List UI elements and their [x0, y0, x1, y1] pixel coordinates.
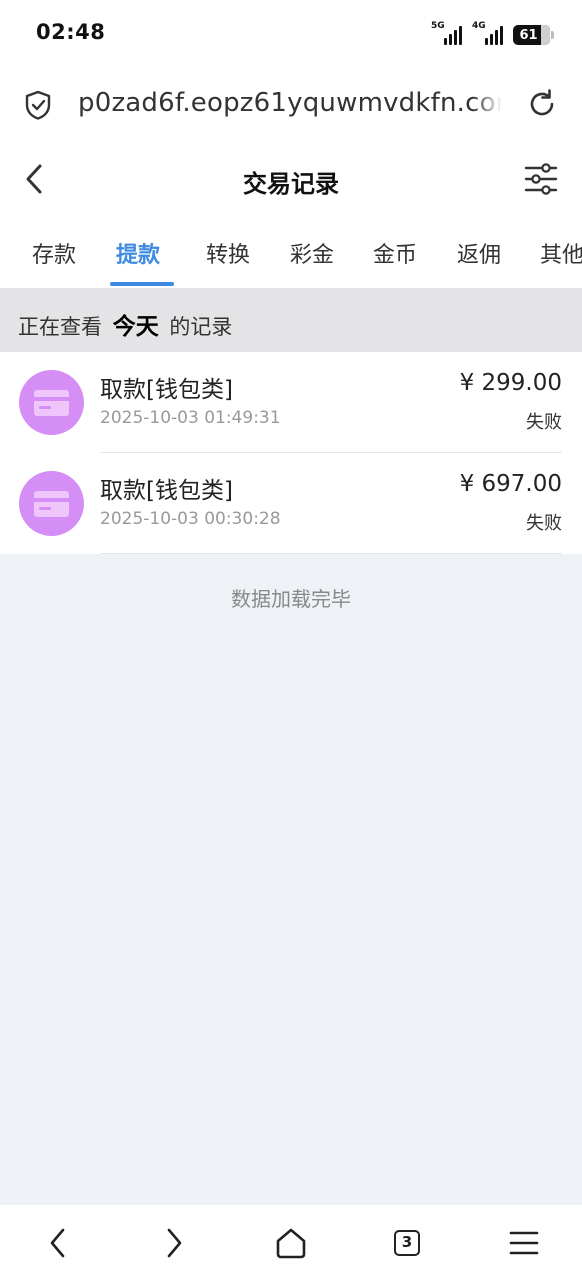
- tab-rebate[interactable]: 返佣: [457, 237, 501, 269]
- load-complete-text: 数据加载完毕: [231, 587, 351, 611]
- menu-icon[interactable]: [506, 1225, 542, 1261]
- tab-withdraw[interactable]: 提款: [116, 237, 160, 269]
- tab-coins[interactable]: 金币: [373, 237, 417, 269]
- wallet-card-icon: [19, 370, 84, 435]
- record-list: 取款[钱包类] 2025-10-03 01:49:31 ¥ 299.00 失败 …: [0, 352, 582, 554]
- category-tabs: 存款 提款 转换 彩金 金币 返佣 其他: [0, 216, 582, 288]
- battery-level: 61: [519, 27, 538, 43]
- record-amount: ¥ 299.00: [459, 370, 562, 396]
- filter-sliders-icon[interactable]: [524, 162, 558, 196]
- browser-back-icon[interactable]: [40, 1225, 76, 1261]
- home-icon[interactable]: [273, 1225, 309, 1261]
- record-time: 2025-10-03 01:49:31: [100, 408, 281, 428]
- status-bar: 02:48 5G 4G 61: [0, 0, 582, 66]
- page-title: 交易记录: [243, 170, 339, 198]
- wallet-card-icon: [19, 471, 84, 536]
- tabs-switcher-button[interactable]: 3: [389, 1225, 425, 1261]
- shield-check-icon[interactable]: [24, 90, 52, 120]
- url-text[interactable]: p0zad6f.eopz61yquwmvdkfn.com/m/: [78, 88, 502, 118]
- list-footer-area: 数据加载完毕: [0, 554, 582, 1204]
- open-tabs-count: 3: [394, 1230, 420, 1256]
- banner-prefix: 正在查看: [18, 315, 102, 339]
- status-time: 02:48: [36, 20, 106, 44]
- record-status: 失败: [526, 513, 562, 534]
- page-header: 交易记录: [0, 144, 582, 216]
- browser-bottom-nav: 3: [0, 1204, 582, 1280]
- browser-forward-icon[interactable]: [156, 1225, 192, 1261]
- active-tab-indicator: [110, 282, 174, 286]
- record-title: 取款[钱包类]: [100, 377, 233, 403]
- tab-other[interactable]: 其他: [540, 237, 582, 269]
- tab-deposit[interactable]: 存款: [32, 237, 76, 269]
- signal-4g-icon: 4G: [472, 21, 503, 45]
- viewing-period-banner: 正在查看 今天 的记录: [0, 288, 582, 352]
- reload-icon[interactable]: [526, 88, 558, 120]
- record-title: 取款[钱包类]: [100, 478, 233, 504]
- network-label-5g: 5G: [431, 21, 445, 31]
- list-item[interactable]: 取款[钱包类] 2025-10-03 01:49:31 ¥ 299.00 失败: [0, 352, 582, 453]
- record-amount: ¥ 697.00: [459, 471, 562, 497]
- battery-icon: 61: [513, 25, 554, 45]
- signal-5g-icon: 5G: [431, 21, 462, 45]
- record-time: 2025-10-03 00:30:28: [100, 509, 281, 529]
- status-icons: 5G 4G 61: [431, 21, 554, 45]
- screen: 02:48 5G 4G 61 p0zad6f.eopz61yquwmvdkfn.…: [0, 0, 582, 1280]
- tab-transfer[interactable]: 转换: [206, 237, 250, 269]
- network-label-4g: 4G: [472, 21, 486, 31]
- record-status: 失败: [526, 412, 562, 433]
- tab-bonus[interactable]: 彩金: [290, 237, 334, 269]
- address-bar[interactable]: p0zad6f.eopz61yquwmvdkfn.com/m/: [0, 66, 582, 144]
- banner-period[interactable]: 今天: [113, 314, 159, 340]
- banner-suffix: 的记录: [169, 315, 233, 339]
- list-item[interactable]: 取款[钱包类] 2025-10-03 00:30:28 ¥ 697.00 失败: [0, 453, 582, 554]
